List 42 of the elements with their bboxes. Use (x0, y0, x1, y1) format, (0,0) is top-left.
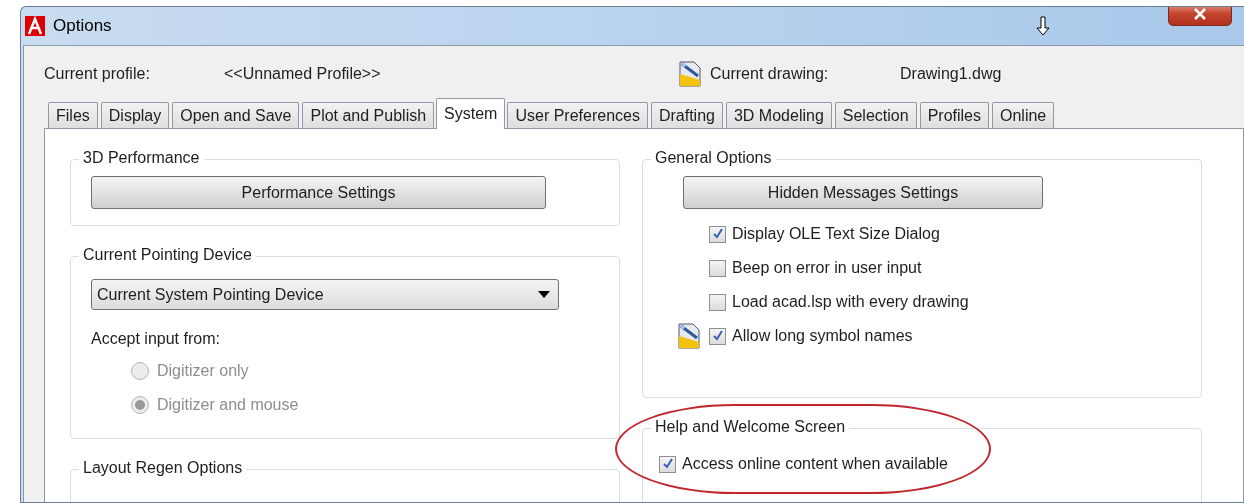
tab[interactable]: Display (100, 102, 170, 128)
window-title: Options (53, 16, 112, 36)
tab[interactable]: User Preferences (507, 102, 648, 128)
performance-settings-button[interactable]: Performance Settings (91, 176, 546, 209)
accept-input-label: Accept input from: (91, 330, 221, 348)
radio-label: Digitizer and mouse (157, 396, 299, 414)
drawing-label: Current drawing: (710, 65, 830, 83)
group-title: Help and Welcome Screen (651, 418, 850, 436)
hidden-messages-settings-button[interactable]: Hidden Messages Settings (683, 176, 1043, 209)
checkbox[interactable] (709, 225, 726, 243)
pointing-device-dropdown[interactable]: Current System Pointing Device (91, 279, 559, 310)
app-logo-icon (25, 16, 45, 36)
profile-label: Current profile: (44, 65, 151, 83)
tab[interactable]: Plot and Publish (302, 102, 435, 128)
tab[interactable]: Drafting (650, 102, 723, 128)
checkbox[interactable] (709, 293, 726, 311)
close-icon (1193, 8, 1207, 20)
close-button[interactable] (1168, 7, 1232, 26)
checkbox-label: Beep on error in user input (732, 259, 922, 277)
drawing-file-icon (676, 60, 702, 88)
tab[interactable]: System (436, 98, 506, 129)
tab[interactable]: Files (48, 102, 98, 128)
caret-icon (538, 291, 550, 298)
checkbox[interactable] (709, 327, 726, 345)
checkbox[interactable] (709, 259, 726, 277)
checkbox-label: Load acad.lsp with every drawing (732, 293, 969, 311)
profile-name: <<Unnamed Profile>> (224, 65, 382, 83)
tab[interactable]: Selection (834, 102, 917, 128)
cursor-icon (1036, 16, 1050, 36)
group-title: Layout Regen Options (79, 459, 247, 477)
tab[interactable]: 3D Modeling (725, 102, 832, 128)
checkbox[interactable] (659, 455, 676, 473)
drawing-name: Drawing1.dwg (900, 65, 1002, 83)
group-title: Current Pointing Device (79, 246, 256, 264)
group-title: General Options (651, 149, 776, 167)
checkbox-label: Access online content when available (682, 455, 948, 473)
checkbox-label: Display OLE Text Size Dialog (732, 225, 940, 243)
radio-label: Digitizer only (157, 362, 249, 380)
tab[interactable]: Open and Save (172, 102, 300, 128)
tab[interactable]: Profiles (919, 102, 989, 128)
tab[interactable]: Online (992, 102, 1055, 128)
checkbox-label: Allow long symbol names (732, 327, 913, 345)
